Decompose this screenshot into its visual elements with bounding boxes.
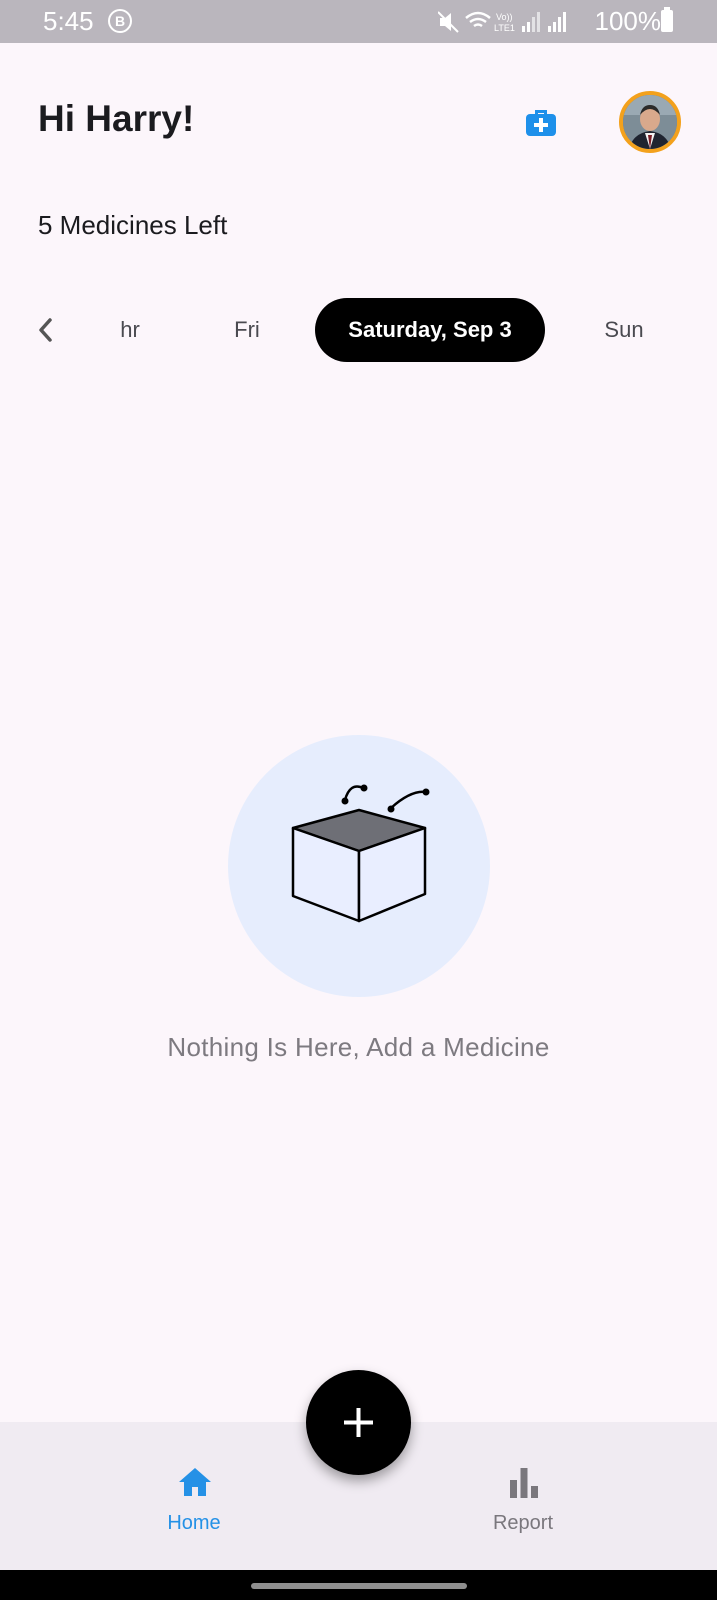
b-badge-icon: B: [108, 9, 132, 33]
signal-icon: [522, 12, 540, 32]
day-selector: hr Fri Saturday, Sep 3 Sun: [0, 298, 717, 362]
plus-icon: [344, 1408, 373, 1437]
empty-state-message: Nothing Is Here, Add a Medicine: [167, 1032, 550, 1062]
bar-chart-icon: [510, 1468, 538, 1498]
home-icon: [179, 1468, 211, 1496]
empty-box-icon: [291, 784, 430, 923]
medicines-left-count: 5 Medicines Left: [38, 210, 228, 240]
home-gesture-handle[interactable]: [251, 1583, 467, 1589]
battery-icon: [661, 7, 673, 32]
mute-icon: [438, 11, 459, 33]
status-bar: 5:45 B Vo)) LTE1 100%: [0, 0, 717, 43]
svg-text:LTE1: LTE1: [494, 23, 515, 33]
nav-report[interactable]: Report: [443, 1422, 603, 1570]
chevron-left-icon[interactable]: [33, 314, 57, 346]
avatar[interactable]: [619, 91, 681, 153]
battery-percent: 100%: [594, 6, 662, 36]
status-icons: Vo)) LTE1: [438, 11, 566, 33]
day-item-thu[interactable]: hr: [110, 298, 150, 362]
status-time: 5:45: [43, 6, 94, 36]
user-avatar: [623, 95, 677, 149]
greeting-title: Hi Harry!: [38, 98, 195, 139]
volte-icon: Vo)): [496, 12, 513, 22]
signal-icon: [548, 12, 566, 32]
add-medicine-button[interactable]: [306, 1370, 411, 1475]
nav-report-label: Report: [492, 1512, 554, 1534]
nav-home-label: Home: [167, 1512, 221, 1534]
day-item-selected[interactable]: Saturday, Sep 3: [315, 298, 545, 362]
first-aid-kit-icon[interactable]: [524, 104, 558, 138]
nav-home[interactable]: Home: [114, 1422, 274, 1570]
day-item-fri[interactable]: Fri: [222, 298, 272, 362]
wifi-icon: [465, 11, 491, 28]
day-item-sun[interactable]: Sun: [596, 298, 652, 362]
